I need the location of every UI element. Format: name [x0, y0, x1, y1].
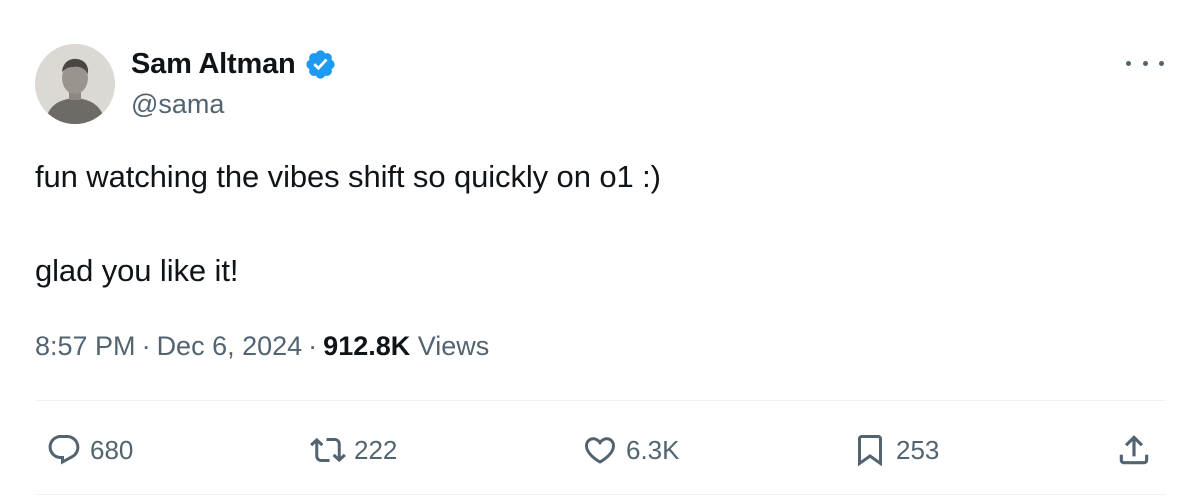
avatar[interactable] [35, 44, 115, 124]
author-name-row[interactable]: Sam Altman [131, 46, 337, 82]
divider [35, 494, 1166, 495]
more-dot-icon [1159, 60, 1164, 66]
tweet-card: Sam Altman @sama fun watching the vibes … [0, 0, 1204, 500]
tweet-date[interactable]: Dec 6, 2024 [157, 331, 303, 361]
share-icon [1119, 435, 1149, 465]
more-dot-icon [1142, 60, 1148, 66]
like-count: 6.3K [626, 434, 680, 465]
share-button[interactable] [1115, 424, 1153, 476]
bookmark-icon [858, 435, 882, 467]
reply-button[interactable]: 680 [46, 424, 133, 476]
like-button[interactable]: 6.3K [582, 424, 680, 476]
views-label[interactable]: Views [418, 331, 490, 361]
author-display-name[interactable]: Sam Altman [131, 48, 296, 81]
tweet-time[interactable]: 8:57 PM [35, 331, 136, 361]
retweet-button[interactable]: 222 [310, 424, 397, 476]
author-handle[interactable]: @sama [131, 89, 224, 120]
tweet-meta: 8:57 PM · Dec 6, 2024 · 912.8K Views [35, 331, 489, 362]
tweet-text-line: glad you like it! [35, 253, 239, 288]
profile-photo-icon [35, 44, 115, 124]
meta-separator: · [141, 331, 151, 361]
meta-separator: · [308, 331, 318, 361]
divider [35, 400, 1166, 401]
reply-count: 680 [90, 434, 134, 465]
bookmark-button[interactable]: 253 [852, 424, 939, 476]
retweet-count: 222 [354, 434, 398, 465]
retweet-icon [310, 437, 346, 463]
more-options-button[interactable] [1126, 50, 1164, 76]
bookmark-count: 253 [896, 434, 940, 465]
tweet-text-line: fun watching the vibes shift so quickly … [35, 159, 661, 194]
reply-icon [48, 435, 80, 465]
heart-icon [584, 437, 616, 464]
verified-badge-icon[interactable] [304, 48, 337, 81]
more-dot-icon [1126, 60, 1131, 66]
views-count[interactable]: 912.8K [323, 331, 410, 361]
action-bar: 680 222 6.3K 253 [0, 424, 1204, 476]
